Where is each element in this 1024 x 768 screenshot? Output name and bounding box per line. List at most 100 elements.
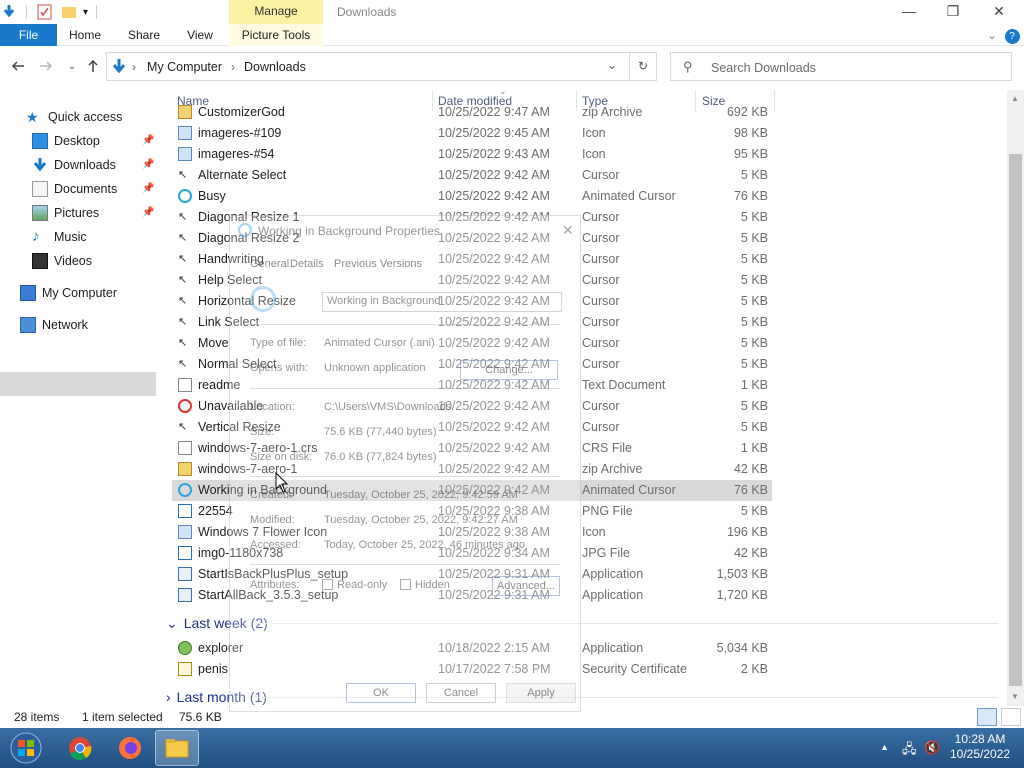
dialog-tab-general[interactable]: General — [250, 258, 289, 270]
nav-item-desktop[interactable]: Desktop — [32, 130, 100, 152]
file-size: 76 KB — [733, 483, 768, 497]
file-type: Application — [582, 588, 644, 602]
apply-button[interactable]: Apply — [506, 683, 576, 703]
file-type: Cursor — [582, 357, 620, 371]
recent-locations-button[interactable]: ⌄ — [62, 58, 82, 78]
pin-icon[interactable]: 📌 — [142, 207, 154, 218]
file-type: Cursor — [582, 399, 620, 413]
nav-item-documents[interactable]: Documents — [32, 178, 117, 200]
ok-button[interactable]: OK — [346, 683, 416, 703]
taskbar-firefox[interactable] — [108, 730, 152, 766]
file-row[interactable]: imageres-#109 10/25/2022 9:45 AM Icon 98 KB — [172, 123, 772, 144]
accessed-value: Today, October 25, 2022, 46 minutes ago — [324, 539, 525, 551]
nav-label: Downloads — [54, 158, 116, 172]
nav-quick-access[interactable]: ★ Quick access — [26, 106, 122, 128]
chevron-down-icon: ⌄ — [67, 61, 77, 72]
properties-dialog[interactable]: Working in Background Properties ✕ Gener… — [229, 215, 581, 712]
nav-item-downloads[interactable]: Downloads — [32, 154, 116, 176]
nav-label: Pictures — [54, 206, 100, 220]
nav-my-computer[interactable]: My Computer — [20, 282, 117, 304]
change-button[interactable]: Change... — [460, 360, 558, 380]
column-divider[interactable] — [774, 90, 775, 112]
pin-icon[interactable]: 📌 — [142, 135, 154, 146]
address-dropdown-icon[interactable]: ⌄ — [607, 58, 617, 72]
forward-button[interactable] — [36, 58, 56, 78]
cancel-button[interactable]: Cancel — [426, 683, 496, 703]
breadcrumb-my-computer[interactable]: My Computer — [147, 60, 222, 74]
taskbar-chrome[interactable] — [58, 730, 102, 766]
dialog-tab-previous-versions[interactable]: Previous Versions — [334, 258, 422, 270]
nav-item-music[interactable]: ♪ Music — [32, 226, 87, 248]
tab-picture-tools[interactable]: Picture Tools — [229, 24, 323, 46]
minimize-button[interactable]: — — [886, 0, 932, 24]
download-arrow-icon[interactable] — [2, 4, 16, 20]
tab-home[interactable]: Home — [62, 24, 108, 46]
customize-qa-icon[interactable]: ▾ — [83, 7, 88, 18]
readonly-checkbox[interactable] — [322, 579, 333, 590]
file-type: Cursor — [582, 231, 620, 245]
network-tray-icon[interactable]: 🖧 — [902, 740, 917, 762]
file-size: 5 KB — [740, 231, 768, 245]
pin-icon[interactable]: 📌 — [142, 183, 154, 194]
advanced-button[interactable]: Advanced... — [492, 576, 560, 596]
dialog-filename-field[interactable]: Working in Background — [322, 292, 562, 312]
details-view-icon[interactable] — [977, 708, 997, 726]
disk-size-label: Size on disk: — [250, 451, 313, 463]
show-hidden-icons-icon[interactable]: ▲ — [880, 742, 889, 752]
cursor-icon: ↖ — [178, 358, 188, 370]
zip-icon — [178, 105, 192, 119]
file-size: 42 KB — [733, 546, 768, 560]
busy-cursor-icon — [178, 483, 192, 497]
forward-arrow-icon — [40, 61, 53, 71]
hidden-checkbox[interactable] — [400, 579, 411, 590]
expand-ribbon-icon[interactable]: ⌄ — [984, 24, 1000, 46]
start-button[interactable] — [4, 730, 48, 766]
file-row[interactable]: ↖ Alternate Select 10/25/2022 9:42 AM Curso… — [172, 165, 772, 186]
back-button[interactable] — [8, 58, 28, 78]
file-row[interactable]: CustomizerGod 10/25/2022 9:47 AM zip Archi… — [172, 102, 772, 123]
file-name: CustomizerGod — [198, 105, 285, 119]
help-button[interactable]: ? — [1003, 24, 1021, 46]
scrollbar-thumb[interactable] — [1009, 154, 1022, 686]
accessed-label: Accessed: — [250, 539, 301, 551]
cursor-icon: ↖ — [178, 274, 188, 286]
taskbar-clock[interactable]: 10:28 AM 10/25/2022 — [940, 732, 1020, 762]
maximize-button[interactable]: ❐ — [930, 0, 976, 24]
selection-size: 75.6 KB — [179, 710, 222, 724]
search-icon: ⚲ — [683, 59, 693, 74]
properties-icon[interactable] — [37, 4, 53, 20]
large-icons-view-icon[interactable] — [1001, 708, 1021, 726]
close-button[interactable]: ✕ — [976, 0, 1022, 24]
vertical-scrollbar[interactable]: ▲ ▼ — [1007, 90, 1024, 706]
file-size: 2 KB — [740, 662, 768, 676]
file-type: Text Document — [582, 378, 666, 392]
nav-item-pictures[interactable]: Pictures — [32, 202, 99, 224]
volume-muted-icon[interactable]: 🔇 — [924, 740, 940, 756]
breadcrumb-downloads[interactable]: Downloads — [244, 60, 306, 74]
dialog-tab-details[interactable]: Details — [290, 258, 324, 270]
busy-cursor-icon — [178, 189, 192, 203]
dialog-close-icon[interactable]: ✕ — [562, 222, 574, 239]
clock-date: 10/25/2022 — [949, 747, 1011, 761]
tab-share[interactable]: Share — [122, 24, 166, 46]
nav-network[interactable]: Network — [20, 314, 88, 336]
nav-item-videos[interactable]: Videos — [32, 250, 92, 272]
file-row[interactable]: Busy 10/25/2022 9:42 AM Animated Cursor 76 … — [172, 186, 772, 207]
file-row[interactable]: imageres-#54 10/25/2022 9:43 AM Icon 95 KB — [172, 144, 772, 165]
tab-file[interactable]: File — [0, 24, 57, 46]
scroll-down-icon[interactable]: ▼ — [1011, 692, 1019, 701]
tab-view[interactable]: View — [180, 24, 220, 46]
computer-icon — [20, 285, 36, 301]
dialog-divider — [250, 324, 560, 325]
scroll-up-icon[interactable]: ▲ — [1011, 94, 1019, 103]
file-size: 42 KB — [733, 462, 768, 476]
up-button[interactable] — [83, 58, 103, 78]
pin-icon[interactable]: 📌 — [142, 159, 154, 170]
search-box[interactable]: ⚲ Search Downloads — [670, 52, 1012, 81]
taskbar-file-explorer[interactable] — [155, 730, 199, 766]
file-name: Busy — [198, 189, 226, 203]
file-type: Animated Cursor — [582, 483, 676, 497]
new-folder-icon[interactable] — [61, 4, 77, 20]
refresh-button[interactable]: ↻ — [629, 52, 657, 81]
address-bar[interactable]: › My Computer › Downloads ⌄ — [106, 52, 630, 81]
